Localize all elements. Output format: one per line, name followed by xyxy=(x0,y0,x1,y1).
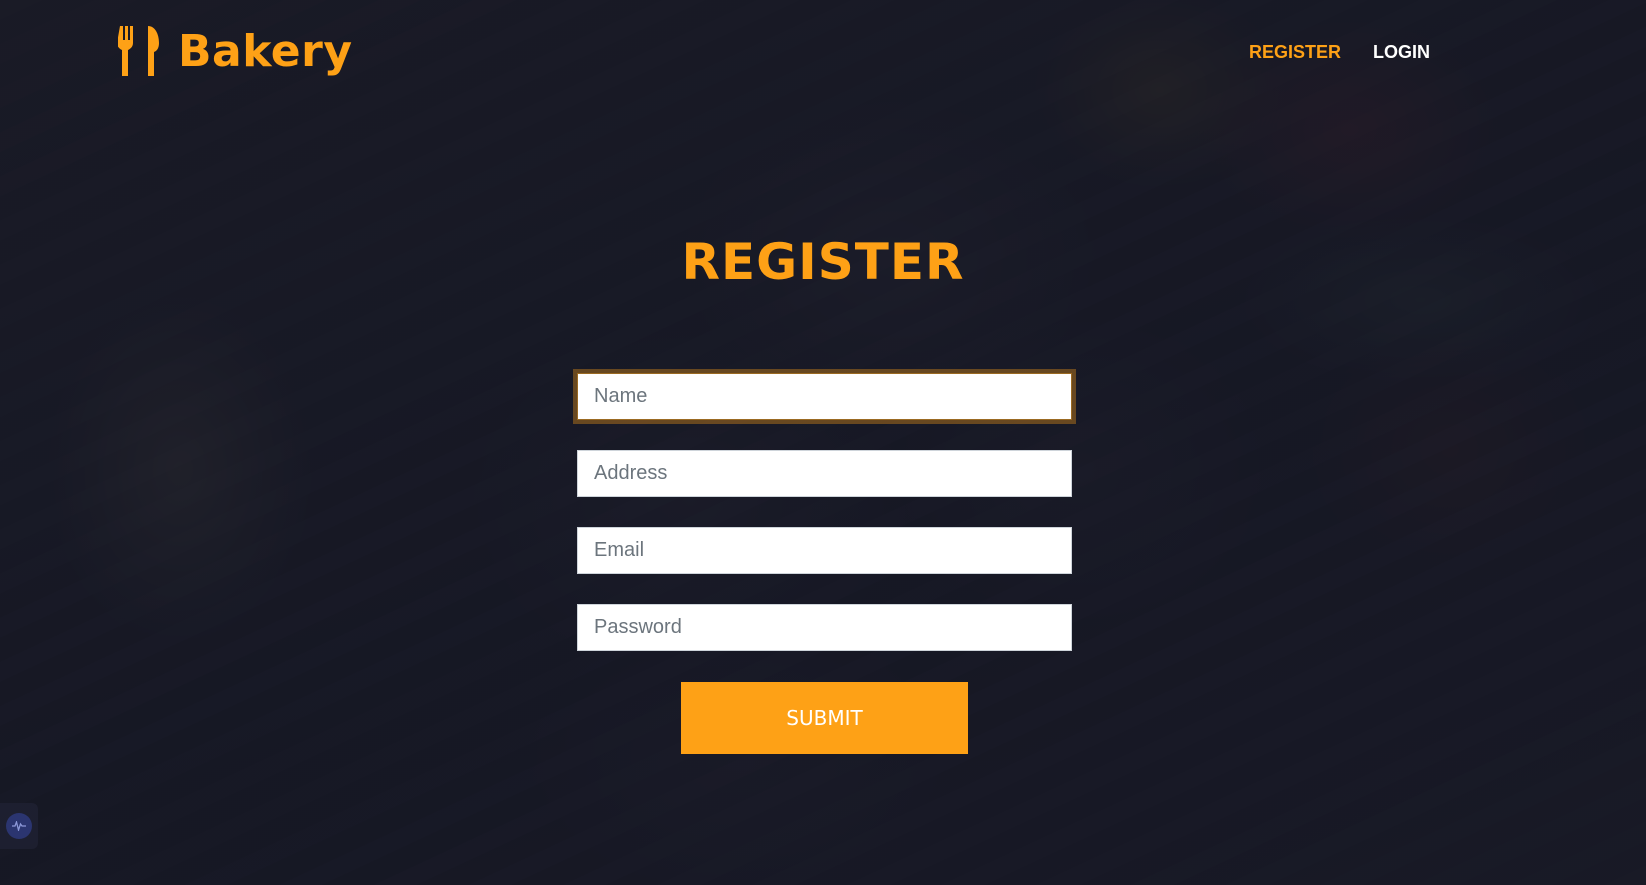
nav-login-link[interactable]: LOGIN xyxy=(1373,42,1430,63)
brand-logo[interactable]: Bakery xyxy=(118,24,353,78)
brand-name: Bakery xyxy=(178,25,353,77)
password-input[interactable] xyxy=(577,604,1072,651)
name-input[interactable] xyxy=(577,373,1072,420)
floating-widget[interactable] xyxy=(0,803,38,849)
audio-wave-icon xyxy=(6,813,32,839)
email-input[interactable] xyxy=(577,527,1072,574)
utensils-icon xyxy=(118,26,159,76)
address-input[interactable] xyxy=(577,450,1072,497)
nav-register-link[interactable]: REGISTER xyxy=(1249,42,1341,63)
register-form xyxy=(577,373,1072,681)
header: Bakery REGISTER LOGIN xyxy=(0,0,1646,100)
page-title: REGISTER xyxy=(681,233,965,291)
main-nav: REGISTER LOGIN xyxy=(1249,42,1430,63)
submit-button[interactable]: SUBMIT xyxy=(681,682,968,754)
